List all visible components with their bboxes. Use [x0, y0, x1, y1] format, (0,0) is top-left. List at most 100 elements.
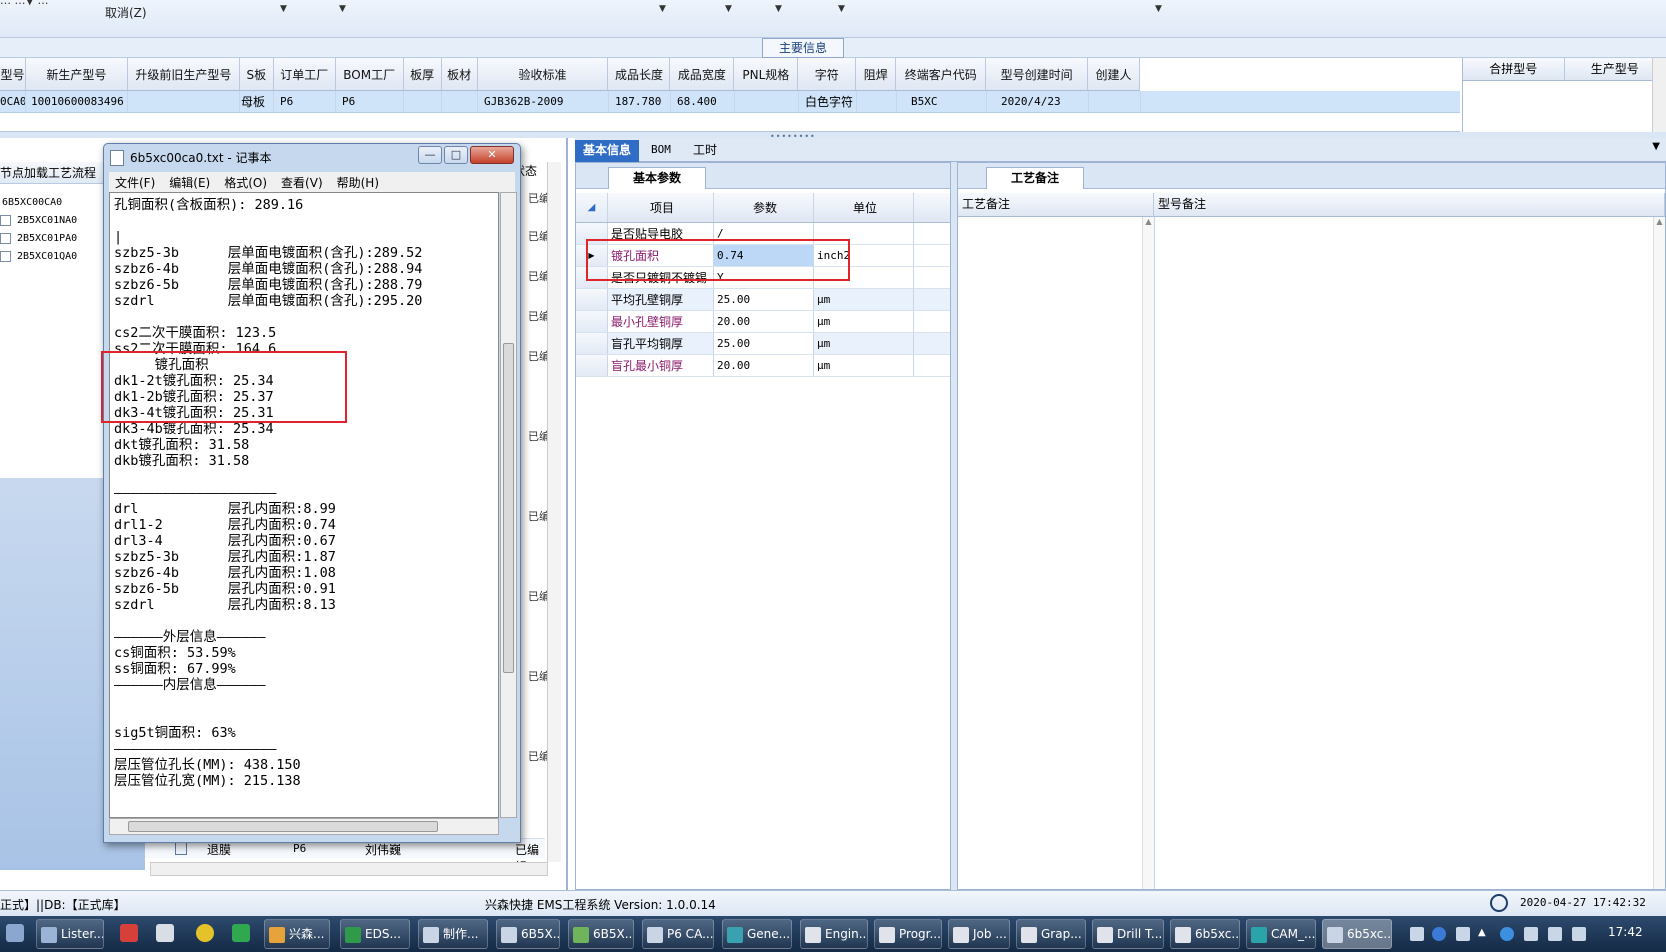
- param-value[interactable]: 20.00: [714, 355, 814, 376]
- taskbar-item[interactable]: CAM_...: [1246, 919, 1316, 949]
- vertical-scrollbar[interactable]: ▲: [1653, 217, 1665, 889]
- taskbar-item[interactable]: 兴森...: [264, 919, 330, 949]
- col-header[interactable]: 板材: [442, 58, 478, 90]
- network-icon[interactable]: [1500, 927, 1514, 941]
- col-header[interactable]: 终端客户代码: [896, 58, 987, 90]
- chevron-down-icon[interactable]: ▼: [1652, 141, 1660, 152]
- taskbar-item[interactable]: 制作...: [418, 919, 488, 949]
- col-header[interactable]: 成品宽度: [670, 58, 735, 90]
- taskbar-item[interactable]: 6b5xc...: [1170, 919, 1240, 949]
- close-button[interactable]: ✕: [470, 146, 514, 164]
- app-icon[interactable]: [120, 924, 138, 942]
- vertical-scrollbar[interactable]: ▲: [1142, 217, 1154, 889]
- menu-help[interactable]: 帮助(H): [337, 174, 379, 191]
- menu-file[interactable]: 文件(F): [115, 174, 155, 191]
- chevron-down-icon[interactable]: ▼: [659, 4, 666, 14]
- table-row[interactable]: 盲孔平均铜厚 25.00 μm: [576, 333, 950, 355]
- col-header[interactable]: 型号备注: [1154, 193, 1665, 216]
- tree-item[interactable]: 2B5XC01QA0: [0, 248, 120, 266]
- tree-item[interactable]: 2B5XC01NA0: [0, 212, 120, 230]
- chevron-down-icon[interactable]: ▼: [339, 4, 346, 14]
- col-header[interactable]: 升级前旧生产型号: [128, 58, 240, 90]
- col-header[interactable]: 字符: [798, 58, 857, 90]
- volume-icon[interactable]: [1572, 927, 1586, 941]
- horizontal-scrollbar[interactable]: [109, 818, 499, 835]
- app-icon[interactable]: [196, 924, 214, 942]
- taskbar-item[interactable]: Grap...: [1016, 919, 1086, 949]
- checkbox[interactable]: [0, 250, 11, 262]
- col-header[interactable]: S板: [240, 58, 274, 90]
- tab-basic-info[interactable]: 基本信息: [575, 140, 640, 162]
- taskbar-item-active[interactable]: 6b5xc...: [1322, 919, 1392, 949]
- maximize-button[interactable]: □: [444, 146, 468, 164]
- tray-icon[interactable]: [1456, 927, 1470, 941]
- horizontal-scrollbar[interactable]: [150, 862, 548, 876]
- param-value[interactable]: 25.00: [714, 333, 814, 354]
- taskbar-item[interactable]: P6 CA...: [642, 919, 714, 949]
- tab-work-hours[interactable]: 工时: [685, 140, 725, 162]
- col-header[interactable]: 阻焊: [856, 58, 897, 90]
- help-icon[interactable]: [1432, 927, 1446, 941]
- window-title-bar[interactable]: 6b5xc00ca0.txt - 记事本: [110, 144, 272, 172]
- chevron-down-icon[interactable]: ▼: [1155, 4, 1162, 14]
- scroll-thumb[interactable]: [128, 821, 438, 832]
- chevron-up-icon[interactable]: ▲: [1478, 927, 1492, 941]
- scroll-thumb[interactable]: [503, 343, 514, 673]
- table-row[interactable]: 平均孔壁铜厚 25.00 μm: [576, 289, 950, 311]
- col-header[interactable]: BOM工厂: [336, 58, 404, 90]
- taskbar-item[interactable]: Engin...: [800, 919, 868, 949]
- col-header[interactable]: 板厚: [404, 58, 442, 90]
- col-header[interactable]: 订单工厂: [274, 58, 336, 90]
- chevron-down-icon[interactable]: ▼: [838, 4, 845, 14]
- table-row[interactable]: 盲孔最小铜厚 20.00 μm: [576, 355, 950, 377]
- chevron-down-icon[interactable]: ▼: [725, 4, 732, 14]
- col-header[interactable]: 成品长度: [608, 58, 671, 90]
- taskbar-item[interactable]: 6B5X...: [568, 919, 634, 949]
- col-header[interactable]: 单位: [814, 193, 914, 222]
- col-header[interactable]: 创建人: [1088, 58, 1141, 90]
- keyboard-icon[interactable]: [1410, 927, 1424, 941]
- checkbox[interactable]: [0, 232, 11, 244]
- col-header[interactable]: 参数: [714, 193, 814, 222]
- menu-edit[interactable]: 编辑(E): [169, 174, 210, 191]
- scrollbar[interactable]: [1652, 58, 1666, 132]
- app-icon[interactable]: [156, 924, 174, 942]
- main-info-toggle[interactable]: 主要信息: [762, 38, 844, 58]
- app-icon[interactable]: [6, 924, 24, 942]
- taskbar-item[interactable]: Gene...: [722, 919, 792, 949]
- col-header[interactable]: 工艺备注: [958, 193, 1154, 216]
- vertical-scrollbar[interactable]: [500, 192, 517, 818]
- col-header[interactable]: 生产型号: [1565, 58, 1666, 80]
- cancel-menu-item[interactable]: 取消(Z): [105, 4, 147, 21]
- taskbar-item[interactable]: Job ...: [948, 919, 1010, 949]
- table-row[interactable]: 0CA0 10010600083496 母板 P6 P6 GJB362B-200…: [0, 91, 1460, 113]
- col-header[interactable]: PNL规格: [734, 58, 799, 90]
- tab-bom[interactable]: BOM: [643, 140, 679, 162]
- chevron-down-icon[interactable]: ▼: [280, 4, 287, 14]
- table-row[interactable]: 最小孔壁铜厚 20.00 μm: [576, 311, 950, 333]
- text-editor[interactable]: 孔铜面积(含板面积): 289.16 | szbz5-3b 层单面电镀面积(含孔…: [109, 192, 499, 818]
- tab-basic-params[interactable]: 基本参数: [608, 167, 706, 189]
- app-icon[interactable]: [232, 924, 250, 942]
- tab-process-notes[interactable]: 工艺备注: [986, 167, 1084, 189]
- param-value[interactable]: 25.00: [714, 289, 814, 310]
- col-header[interactable]: 新生产型号: [26, 58, 128, 90]
- checkbox[interactable]: [0, 214, 11, 226]
- menu-format[interactable]: 格式(O): [224, 174, 267, 191]
- flag-icon[interactable]: [1524, 927, 1538, 941]
- taskbar-item[interactable]: Drill T...: [1092, 919, 1164, 949]
- tree-item[interactable]: 2B5XC01PA0: [0, 230, 120, 248]
- col-header[interactable]: 合拼型号: [1463, 58, 1565, 80]
- taskbar-item[interactable]: EDS...: [340, 919, 410, 949]
- tray-clock[interactable]: 17:42: [1608, 925, 1643, 939]
- taskbar-item[interactable]: Lister...: [36, 919, 104, 949]
- col-header[interactable]: 验收标准: [478, 58, 609, 90]
- taskbar-item[interactable]: Progr...: [874, 919, 942, 949]
- display-icon[interactable]: [1548, 927, 1562, 941]
- minimize-button[interactable]: —: [418, 146, 442, 164]
- param-value[interactable]: 20.00: [714, 311, 814, 332]
- col-header[interactable]: 项目: [608, 193, 714, 222]
- menu-view[interactable]: 查看(V): [281, 174, 323, 191]
- chevron-down-icon[interactable]: ▼: [775, 4, 782, 14]
- col-header[interactable]: 型号创建时间: [986, 58, 1089, 90]
